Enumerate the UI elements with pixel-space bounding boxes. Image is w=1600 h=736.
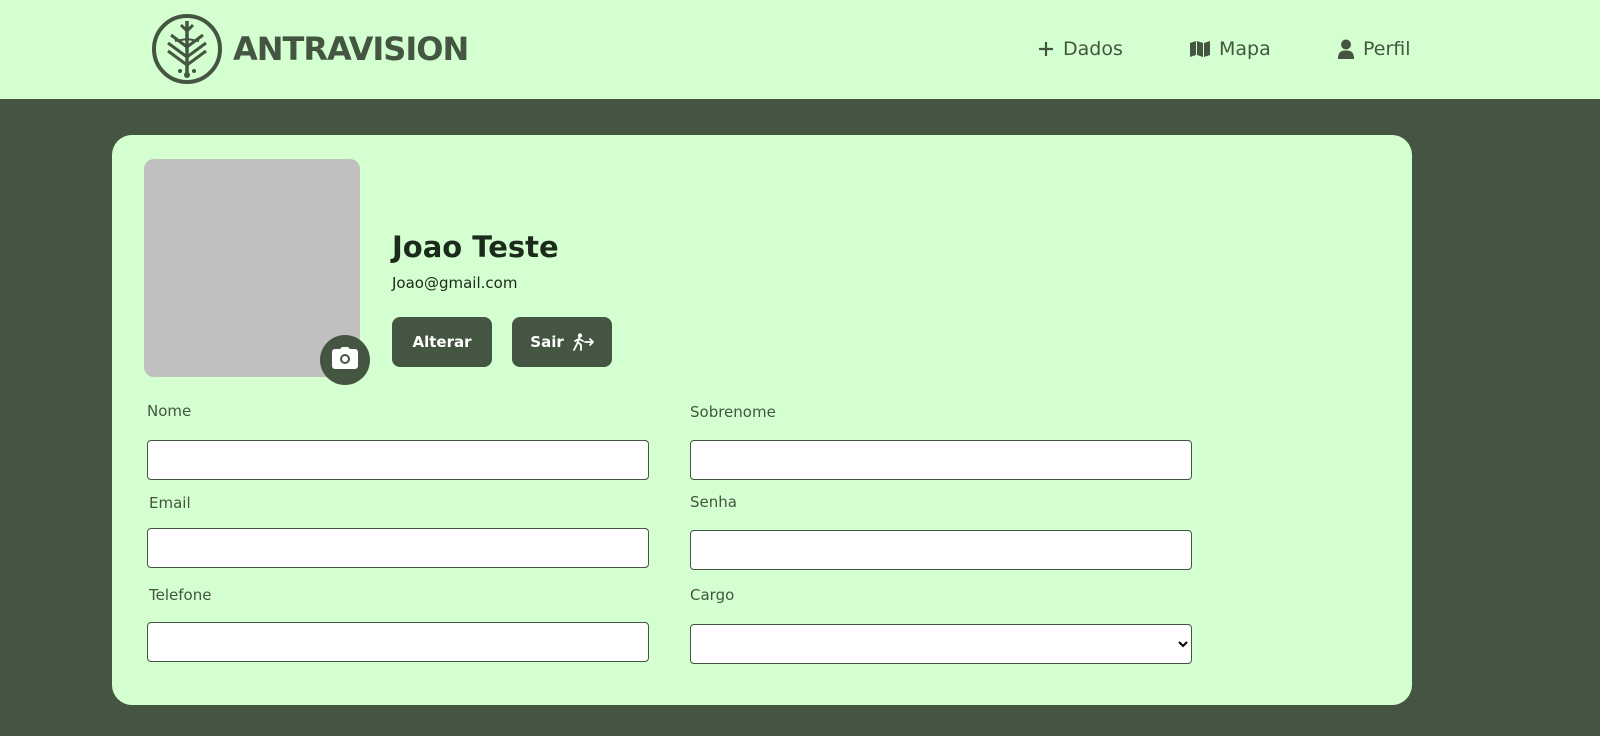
senha-input[interactable] — [690, 530, 1192, 570]
profile-email: Joao@gmail.com — [392, 274, 518, 292]
sair-label: Sair — [530, 333, 564, 351]
user-icon — [1337, 39, 1355, 59]
cargo-label: Cargo — [690, 586, 735, 604]
nav-dados-label: Dados — [1063, 38, 1123, 60]
profile-name: Joao Teste — [392, 230, 559, 264]
senha-label: Senha — [690, 493, 737, 511]
cargo-select[interactable] — [690, 624, 1192, 664]
plus-icon — [1037, 40, 1055, 58]
sobrenome-input[interactable] — [690, 440, 1192, 480]
nav-mapa-label: Mapa — [1219, 38, 1271, 60]
telefone-input[interactable] — [147, 622, 649, 662]
change-photo-button[interactable] — [320, 335, 370, 385]
email-field[interactable] — [147, 528, 649, 568]
telefone-label: Telefone — [149, 586, 212, 604]
palm-leaf-logo-icon — [151, 13, 223, 85]
profile-card: Joao Teste Joao@gmail.com Alterar Sair N… — [112, 135, 1412, 705]
nav-perfil[interactable]: Perfil — [1337, 35, 1411, 63]
sair-button[interactable]: Sair — [512, 317, 612, 367]
nome-label: Nome — [147, 402, 192, 420]
email-label: Email — [149, 494, 191, 512]
top-navbar: ANTRAVISION Dados Mapa Perfil — [0, 0, 1600, 99]
nome-input[interactable] — [147, 440, 649, 480]
alterar-button[interactable]: Alterar — [392, 317, 492, 367]
nav-perfil-label: Perfil — [1363, 38, 1411, 60]
exit-icon — [572, 333, 594, 351]
map-icon — [1189, 40, 1211, 58]
nav-dados[interactable]: Dados — [1037, 35, 1123, 63]
brand-logo[interactable]: ANTRAVISION — [151, 13, 469, 85]
brand-name: ANTRAVISION — [233, 30, 469, 68]
nav-mapa[interactable]: Mapa — [1189, 35, 1271, 63]
camera-icon — [332, 347, 358, 373]
alterar-label: Alterar — [412, 333, 472, 351]
sobrenome-label: Sobrenome — [690, 403, 776, 421]
